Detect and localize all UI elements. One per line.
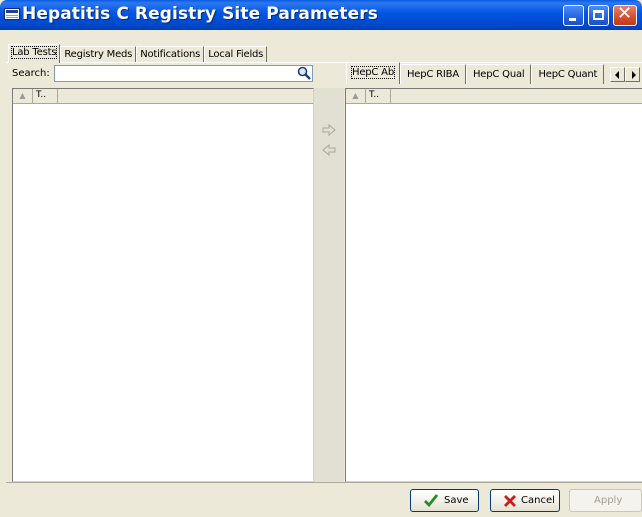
apply-button-label: Apply bbox=[594, 495, 623, 506]
cancel-button[interactable]: Cancel bbox=[490, 489, 560, 512]
test-type-tabstrip: HepC Ab HepC RIBA HepC Qual HepC Quant bbox=[346, 62, 605, 84]
maximize-icon bbox=[593, 10, 604, 20]
tab-local-fields-label: Local Fields bbox=[208, 49, 264, 60]
tab-local-fields[interactable]: Local Fields bbox=[204, 46, 268, 62]
save-button-label: Save bbox=[444, 495, 469, 506]
tab-scroll-buttons bbox=[610, 67, 640, 82]
selected-tests-grid[interactable]: ▲ T.. bbox=[345, 88, 642, 482]
tab-hepc-ab[interactable]: HepC Ab bbox=[346, 62, 400, 84]
cancel-x-icon bbox=[504, 495, 516, 507]
minimize-icon bbox=[569, 18, 576, 21]
move-right-icon[interactable] bbox=[322, 124, 336, 136]
title-bar[interactable]: Hepatitis C Registry Site Parameters ✕ bbox=[0, 0, 642, 30]
tab-hepc-qual-label: HepC Qual bbox=[472, 69, 525, 80]
search-icon[interactable] bbox=[297, 66, 311, 80]
tab-notifications[interactable]: Notifications bbox=[136, 46, 205, 62]
tab-lab-tests-label: Lab Tests bbox=[10, 46, 58, 59]
sort-indicator-icon[interactable]: ▲ bbox=[13, 89, 33, 103]
tab-hepc-ab-label: HepC Ab bbox=[351, 66, 395, 79]
sort-indicator-icon[interactable]: ▲ bbox=[346, 89, 366, 103]
tab-registry-meds[interactable]: Registry Meds bbox=[60, 46, 137, 62]
close-icon: ✕ bbox=[617, 3, 633, 24]
app-icon[interactable] bbox=[4, 8, 20, 20]
maximize-button[interactable] bbox=[588, 5, 609, 26]
move-left-icon[interactable] bbox=[322, 144, 336, 156]
checkmark-icon bbox=[424, 494, 438, 507]
search-input[interactable] bbox=[54, 65, 313, 82]
scroll-right-icon[interactable] bbox=[625, 67, 640, 82]
scroll-left-icon[interactable] bbox=[610, 67, 625, 82]
apply-button: Apply bbox=[569, 489, 642, 512]
transfer-column bbox=[314, 88, 344, 482]
tab-registry-meds-label: Registry Meds bbox=[64, 49, 133, 60]
save-button[interactable]: Save bbox=[410, 489, 479, 512]
close-button[interactable]: ✕ bbox=[613, 3, 637, 26]
footer-divider bbox=[6, 482, 642, 483]
search-label: Search: bbox=[12, 68, 50, 79]
lab-tests-grid-header: ▲ T.. bbox=[13, 89, 313, 104]
column-header-t[interactable]: T.. bbox=[34, 89, 58, 103]
window-title: Hepatitis C Registry Site Parameters bbox=[22, 4, 378, 24]
minimize-button[interactable] bbox=[563, 5, 584, 26]
cancel-button-label: Cancel bbox=[521, 495, 555, 506]
tab-hepc-riba-label: HepC RIBA bbox=[406, 69, 459, 80]
column-header-t[interactable]: T.. bbox=[367, 89, 391, 103]
tab-hepc-quant[interactable]: HepC Quant bbox=[531, 64, 605, 84]
lab-tests-grid[interactable]: ▲ T.. bbox=[12, 88, 314, 482]
tab-hepc-quant-label: HepC Quant bbox=[538, 69, 598, 80]
tab-hepc-qual[interactable]: HepC Qual bbox=[465, 64, 532, 84]
main-tabstrip: Lab Tests Registry Meds Notifications Lo… bbox=[8, 44, 268, 63]
selected-tests-grid-header: ▲ T.. bbox=[346, 89, 642, 104]
tab-notifications-label: Notifications bbox=[140, 49, 201, 60]
tab-lab-tests[interactable]: Lab Tests bbox=[8, 44, 61, 63]
tab-hepc-riba[interactable]: HepC RIBA bbox=[399, 64, 466, 84]
